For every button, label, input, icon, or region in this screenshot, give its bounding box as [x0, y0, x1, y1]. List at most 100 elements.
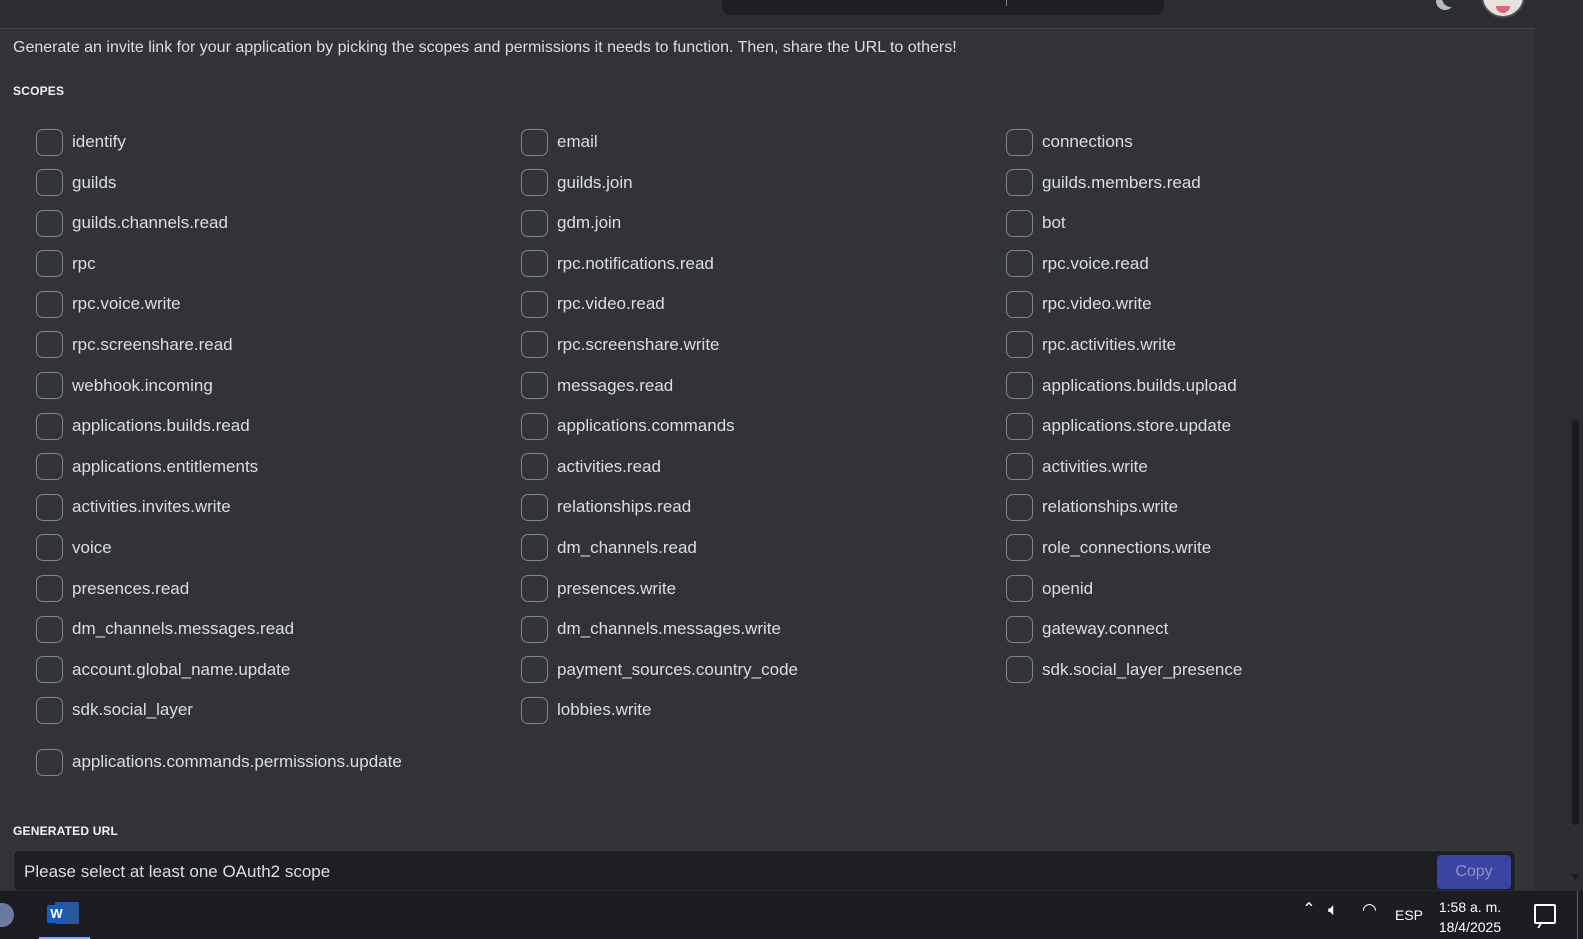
scope-checkbox[interactable]	[521, 453, 548, 481]
copy-button[interactable]: Copy	[1437, 855, 1511, 889]
scope-checkbox[interactable]	[521, 128, 548, 156]
scope-checkbox[interactable]	[36, 656, 63, 684]
volume-icon[interactable]: 🔈︎	[1328, 900, 1338, 939]
user-avatar[interactable]	[1481, 0, 1525, 18]
notification-center-icon[interactable]	[1534, 904, 1556, 924]
scope-checkbox[interactable]	[1006, 493, 1033, 521]
scope-option[interactable]: gdm.join	[521, 208, 1006, 238]
scope-option[interactable]: rpc.voice.write	[36, 289, 521, 319]
scope-checkbox[interactable]	[1006, 128, 1033, 156]
scope-option[interactable]: lobbies.write	[521, 695, 1006, 725]
language-indicator[interactable]: ESP	[1395, 907, 1423, 939]
scope-option[interactable]: relationships.read	[521, 492, 1006, 522]
scroll-down-arrow-icon[interactable]	[1571, 874, 1579, 880]
scope-checkbox[interactable]	[521, 290, 548, 318]
scope-checkbox[interactable]	[1006, 656, 1033, 684]
scope-option[interactable]: rpc.notifications.read	[521, 249, 1006, 279]
scope-checkbox[interactable]	[521, 696, 548, 724]
scope-checkbox[interactable]	[36, 290, 63, 318]
scope-option[interactable]: dm_channels.messages.read	[36, 614, 521, 644]
clock[interactable]: 1:58 a. m. 18/4/2025	[1430, 897, 1510, 939]
scope-option[interactable]: presences.read	[36, 574, 521, 604]
scope-option[interactable]: activities.write	[1006, 452, 1476, 482]
scope-option[interactable]: rpc.video.write	[1006, 289, 1476, 319]
scope-option[interactable]: messages.read	[521, 371, 1006, 401]
scope-checkbox[interactable]	[1006, 575, 1033, 603]
scope-checkbox[interactable]	[1006, 331, 1033, 359]
scope-option[interactable]: dm_channels.read	[521, 533, 1006, 563]
scope-option[interactable]: rpc.screenshare.write	[521, 330, 1006, 360]
scope-option[interactable]: rpc.screenshare.read	[36, 330, 521, 360]
scope-option[interactable]: account.global_name.update	[36, 655, 521, 685]
scope-checkbox[interactable]	[521, 493, 548, 521]
scope-checkbox[interactable]	[36, 169, 63, 197]
scope-checkbox[interactable]	[1006, 534, 1033, 562]
show-hidden-icons-icon[interactable]: ⌃	[1300, 901, 1318, 919]
scope-option[interactable]: guilds.join	[521, 168, 1006, 198]
scope-option[interactable]: rpc.activities.write	[1006, 330, 1476, 360]
scope-option[interactable]: webhook.incoming	[36, 371, 521, 401]
scope-checkbox[interactable]	[36, 615, 63, 643]
scope-checkbox[interactable]	[36, 575, 63, 603]
scope-option[interactable]: sdk.social_layer	[36, 695, 521, 725]
scope-checkbox[interactable]	[521, 412, 548, 440]
scope-option-applications-commands-permissions-update[interactable]: applications.commands.permissions.update	[36, 747, 402, 777]
scope-option[interactable]: activities.read	[521, 452, 1006, 482]
scope-option[interactable]: dm_channels.messages.write	[521, 614, 1006, 644]
scope-option[interactable]: rpc.video.read	[521, 289, 1006, 319]
wifi-icon[interactable]: ◠	[1362, 900, 1377, 939]
scope-option[interactable]: relationships.write	[1006, 492, 1476, 522]
scope-option[interactable]: rpc	[36, 249, 521, 279]
scope-checkbox[interactable]	[521, 534, 548, 562]
scope-option[interactable]: presences.write	[521, 574, 1006, 604]
scope-option[interactable]: applications.builds.upload	[1006, 371, 1476, 401]
scope-option[interactable]: rpc.voice.read	[1006, 249, 1476, 279]
scope-checkbox[interactable]	[1006, 453, 1033, 481]
scope-checkbox[interactable]	[521, 575, 548, 603]
scope-checkbox[interactable]	[521, 169, 548, 197]
scope-checkbox[interactable]	[36, 534, 63, 562]
scope-option[interactable]: guilds	[36, 168, 521, 198]
scope-checkbox[interactable]	[1006, 412, 1033, 440]
scope-checkbox[interactable]	[521, 372, 548, 400]
scope-checkbox[interactable]	[521, 331, 548, 359]
scope-checkbox[interactable]	[521, 656, 548, 684]
scope-option[interactable]: applications.store.update	[1006, 411, 1476, 441]
scope-checkbox[interactable]	[36, 250, 63, 278]
scope-option[interactable]: openid	[1006, 574, 1476, 604]
scope-option[interactable]: payment_sources.country_code	[521, 655, 1006, 685]
scope-checkbox[interactable]	[36, 748, 63, 776]
scope-checkbox[interactable]	[1006, 290, 1033, 318]
scope-option[interactable]: sdk.social_layer_presence	[1006, 655, 1476, 685]
scope-checkbox[interactable]	[1006, 169, 1033, 197]
scope-checkbox[interactable]	[1006, 615, 1033, 643]
scope-option[interactable]: voice	[36, 533, 521, 563]
page-scrollbar[interactable]	[1568, 0, 1583, 890]
scope-checkbox[interactable]	[36, 493, 63, 521]
scope-option[interactable]: identify	[36, 127, 521, 157]
generated-url-field[interactable]: Please select at least one OAuth2 scope …	[13, 850, 1516, 892]
taskbar-word-button[interactable]: W	[39, 891, 90, 939]
scope-option[interactable]: guilds.members.read	[1006, 168, 1476, 198]
scope-checkbox[interactable]	[36, 696, 63, 724]
scope-checkbox[interactable]	[521, 209, 548, 237]
theme-moon-icon[interactable]	[1436, 0, 1460, 10]
scope-checkbox[interactable]	[36, 372, 63, 400]
scope-option[interactable]: connections	[1006, 127, 1476, 157]
scrollbar-thumb[interactable]	[1572, 420, 1579, 825]
scope-option[interactable]: applications.entitlements	[36, 452, 521, 482]
scope-checkbox[interactable]	[1006, 372, 1033, 400]
scope-option[interactable]: bot	[1006, 208, 1476, 238]
scope-checkbox[interactable]	[36, 209, 63, 237]
scope-checkbox[interactable]	[1006, 209, 1033, 237]
scope-option[interactable]: role_connections.write	[1006, 533, 1476, 563]
scope-option[interactable]: applications.commands	[521, 411, 1006, 441]
scope-checkbox[interactable]	[521, 615, 548, 643]
scope-checkbox[interactable]	[36, 412, 63, 440]
scope-option[interactable]: gateway.connect	[1006, 614, 1476, 644]
taskbar-app-icon[interactable]	[0, 891, 20, 939]
scope-option[interactable]: activities.invites.write	[36, 492, 521, 522]
scope-checkbox[interactable]	[1006, 250, 1033, 278]
show-desktop-divider[interactable]	[1577, 891, 1578, 939]
scope-option[interactable]: guilds.channels.read	[36, 208, 521, 238]
